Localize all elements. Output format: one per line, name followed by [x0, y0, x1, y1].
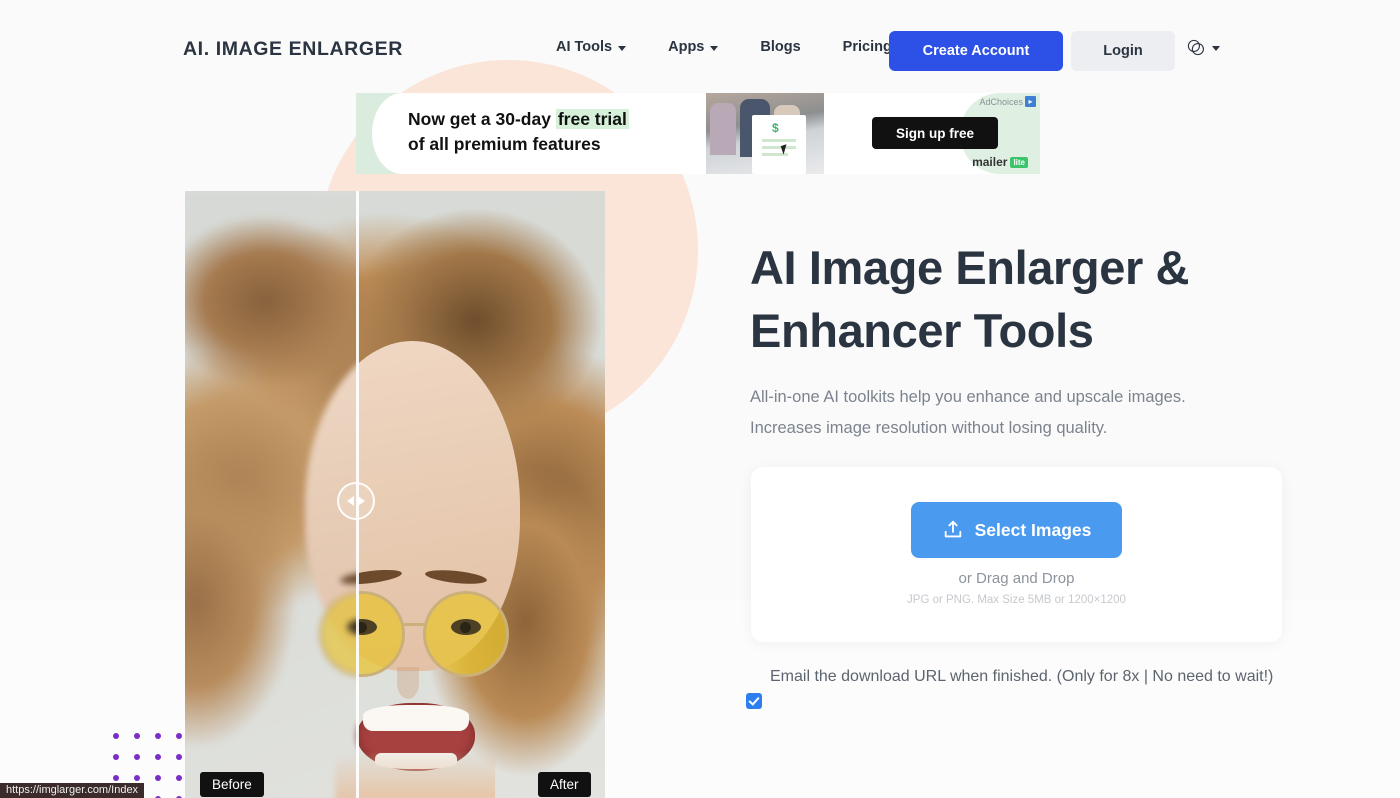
decorative-dot: [176, 754, 182, 760]
decorative-dot: [113, 754, 119, 760]
adchoices-label[interactable]: AdChoices ▸: [979, 96, 1036, 107]
decorative-dot: [155, 754, 161, 760]
adchoices-text: AdChoices: [979, 96, 1023, 107]
after-label: After: [538, 772, 591, 797]
before-label: Before: [200, 772, 264, 797]
decorative-dot: [134, 733, 140, 739]
language-switcher[interactable]: [1186, 38, 1220, 57]
subtitle-line1: All-in-one AI toolkits help you enhance …: [750, 388, 1186, 406]
arrow-left-icon: [347, 496, 354, 506]
nav-label: Blogs: [760, 39, 801, 55]
ad-headline-line1: Now get a 30-day free trial: [408, 109, 629, 129]
nav-label: Apps: [668, 39, 705, 55]
page-root: AI. IMAGE ENLARGER AI Tools Apps Blogs P…: [0, 0, 1400, 798]
create-account-button[interactable]: Create Account: [889, 31, 1063, 71]
email-option-label: Email the download URL when finished. (O…: [744, 662, 1289, 691]
globe-icon: [1187, 39, 1204, 56]
adchoices-icon: ▸: [1025, 96, 1036, 107]
decorative-dot: [134, 775, 140, 781]
ad-brand: mailer lite: [972, 155, 1028, 169]
decorative-dot: [113, 733, 119, 739]
drag-drop-text: or Drag and Drop: [958, 570, 1075, 587]
select-images-label: Select Images: [974, 519, 1092, 540]
email-option-line2: wait!): [1235, 668, 1274, 685]
page-subtitle: All-in-one AI toolkits help you enhance …: [750, 382, 1295, 444]
comparison-slider-handle[interactable]: [337, 482, 375, 520]
site-logo[interactable]: AI. IMAGE ENLARGER: [183, 38, 403, 61]
chevron-down-icon: [710, 45, 719, 51]
ad-signup-button[interactable]: Sign up free: [872, 117, 998, 149]
upload-icon: [944, 520, 961, 538]
ad-highlight: free trial: [555, 109, 629, 129]
decorative-dot: [176, 775, 182, 781]
email-option-row: Email the download URL when finished. (O…: [744, 662, 1289, 691]
login-button[interactable]: Login: [1071, 31, 1175, 71]
email-option-checkbox[interactable]: [746, 693, 762, 709]
decorative-dot: [113, 775, 119, 781]
main-navigation: AI Tools Apps Blogs Pricing: [535, 39, 913, 55]
nav-item-ai-tools[interactable]: AI Tools: [535, 39, 647, 55]
chevron-down-icon: [1212, 46, 1220, 51]
page-title-line2: Enhancer Tools: [750, 304, 1094, 357]
decorative-dot: [155, 733, 161, 739]
upload-constraints-text: JPG or PNG. Max Size 5MB or 1200×1200: [907, 594, 1126, 606]
ad-headline-line2: of all premium features: [408, 134, 601, 154]
ad-photo-card: $: [752, 115, 806, 174]
after-image: [357, 191, 605, 798]
page-title-line1: AI Image Enlarger &: [750, 241, 1190, 294]
ad-decor-shape: [356, 93, 432, 174]
nav-label: Pricing: [842, 39, 892, 55]
email-option-line1: Email the download URL when finished. (O…: [770, 668, 1231, 685]
ad-cta-area: AdChoices ▸ Sign up free mailer lite: [826, 93, 1040, 174]
nav-item-blogs[interactable]: Blogs: [739, 39, 821, 55]
page-title: AI Image Enlarger & Enhancer Tools: [750, 236, 1310, 362]
upload-card[interactable]: Select Images or Drag and Drop JPG or PN…: [751, 467, 1282, 642]
select-images-button[interactable]: Select Images: [911, 502, 1122, 558]
nav-item-apps[interactable]: Apps: [647, 39, 739, 55]
chevron-down-icon: [618, 45, 627, 51]
ad-photo: $: [706, 93, 824, 174]
ad-brand-name: mailer: [972, 155, 1008, 169]
ad-brand-suffix: lite: [1010, 156, 1028, 168]
ad-headline: Now get a 30-day free trial of all premi…: [408, 107, 629, 157]
before-image: [185, 191, 357, 798]
subtitle-line2: Increases image resolution without losin…: [750, 419, 1108, 437]
browser-status-bar: https://imglarger.com/Index: [0, 783, 145, 798]
decorative-dot: [176, 733, 182, 739]
decorative-dot: [134, 754, 140, 760]
nav-label: AI Tools: [556, 39, 613, 55]
site-header: AI. IMAGE ENLARGER AI Tools Apps Blogs P…: [0, 0, 1400, 100]
arrow-right-icon: [358, 496, 365, 506]
before-after-comparison[interactable]: [185, 191, 605, 798]
ad-banner[interactable]: Now get a 30-day free trial of all premi…: [356, 93, 1040, 174]
decorative-dot: [155, 775, 161, 781]
